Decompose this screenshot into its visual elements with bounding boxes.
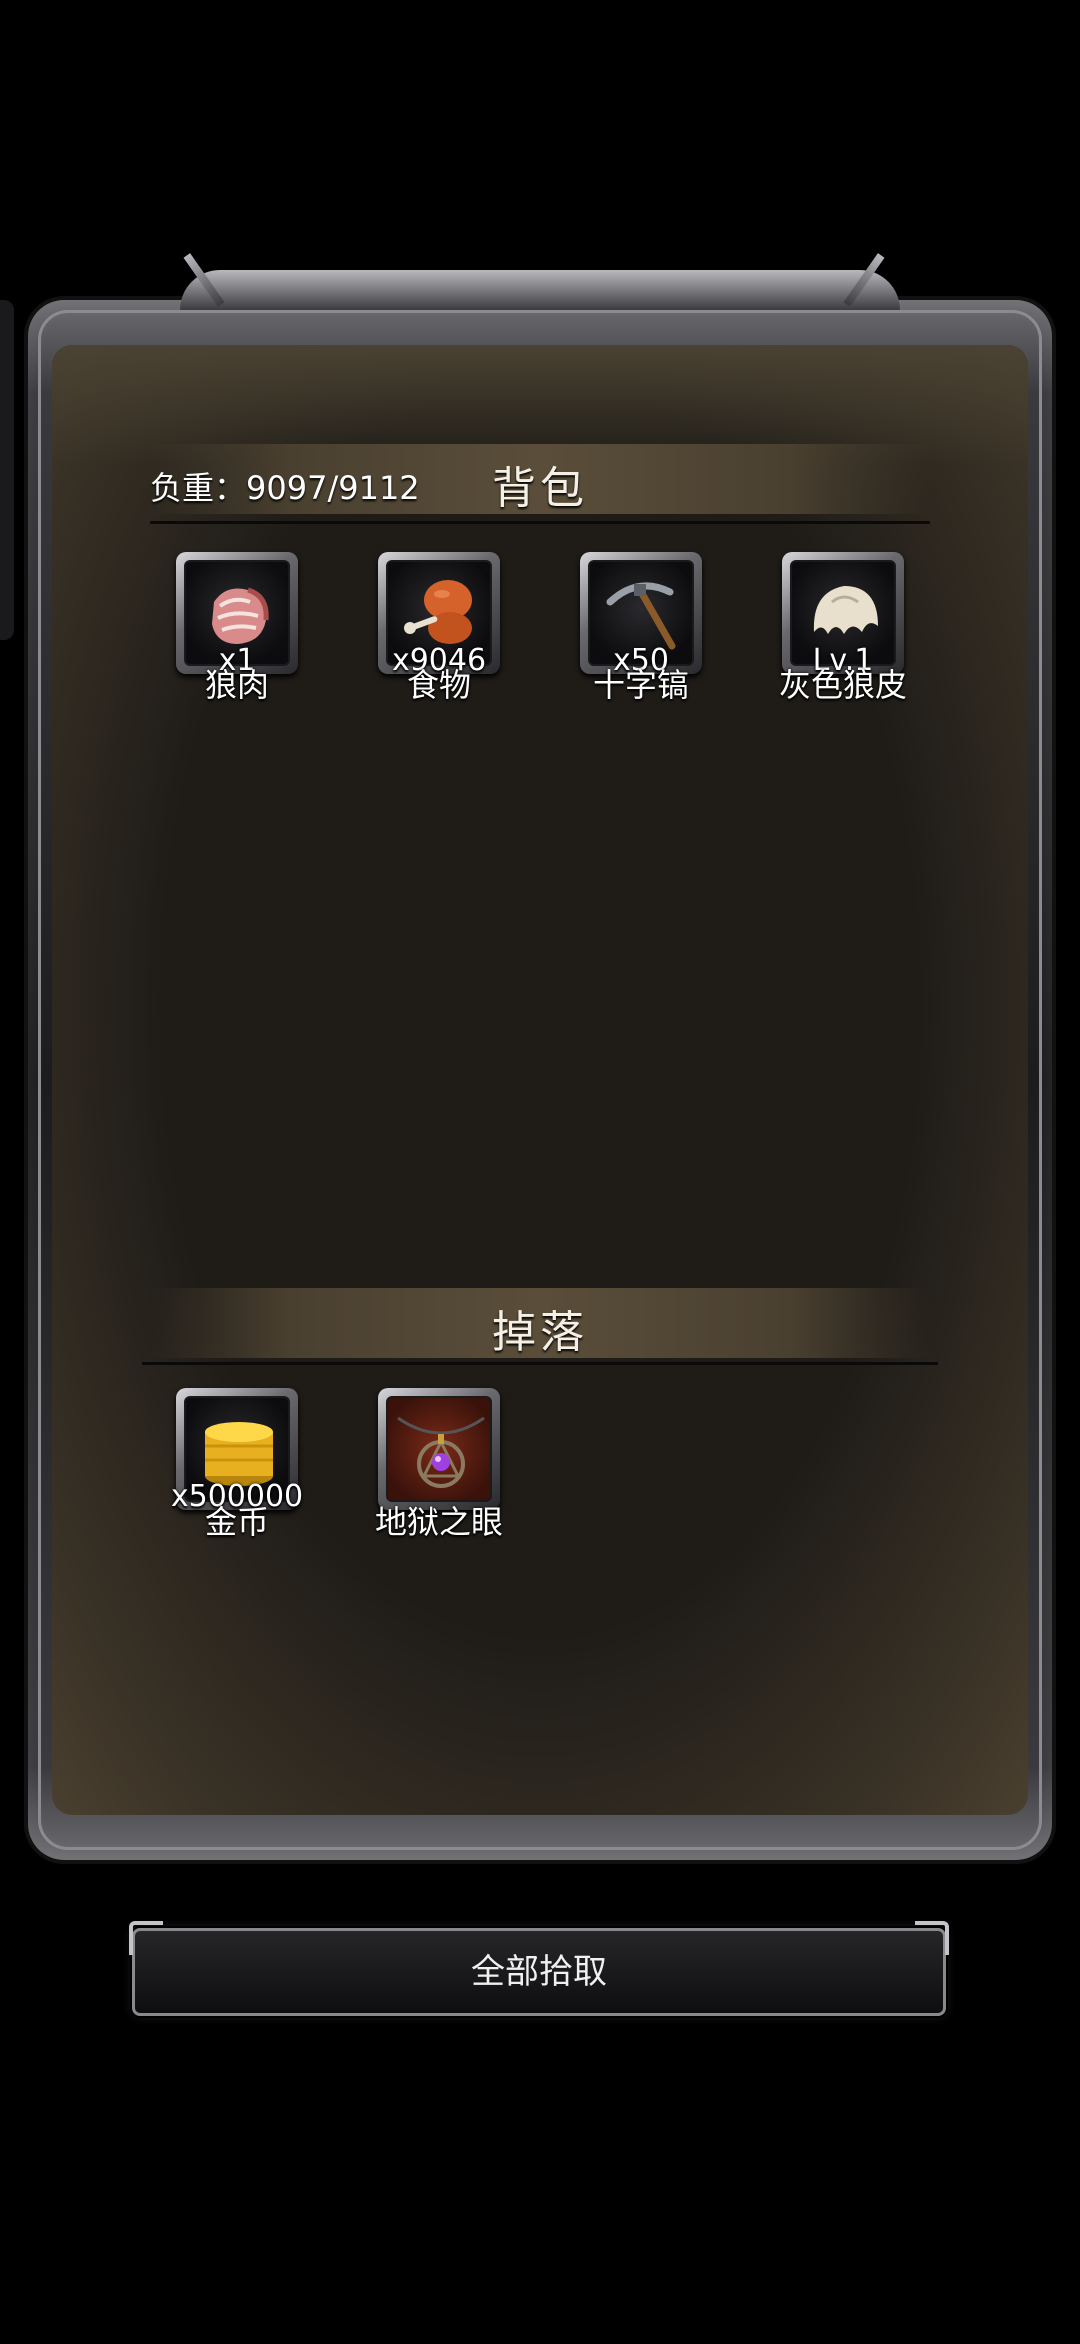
frame-crown-ornament	[180, 270, 900, 310]
item-name: 狼肉	[204, 666, 269, 704]
drops-header: 掉落	[150, 1288, 930, 1358]
weight-label: 负重：9097/9112	[150, 469, 420, 507]
inventory-slot-food[interactable]: x9046	[378, 552, 500, 678]
side-edge-tab	[0, 300, 14, 640]
item-name: 食物	[406, 666, 471, 704]
drops-divider	[142, 1362, 938, 1365]
drops-title: 掉落	[492, 1307, 588, 1358]
pickup-all-button[interactable]: 全部拾取	[129, 1921, 949, 2016]
inventory-slot-wolf-meat[interactable]: x1	[176, 552, 298, 678]
inventory-divider	[150, 521, 930, 524]
item-name: 灰色狼皮	[778, 666, 907, 704]
amulet-icon	[397, 1416, 485, 1488]
drop-slot-gold-coins[interactable]: x500000	[171, 1388, 303, 1514]
item-name: 十字镐	[592, 666, 689, 704]
inventory-slot-wolf-pelt[interactable]: Lv.1	[782, 552, 904, 678]
inventory-slot-pickaxe[interactable]: x50	[580, 552, 702, 678]
item-name: 金币	[204, 1503, 269, 1541]
drop-slot-hell-eye[interactable]	[378, 1388, 500, 1510]
item-name: 地狱之眼	[374, 1503, 503, 1541]
